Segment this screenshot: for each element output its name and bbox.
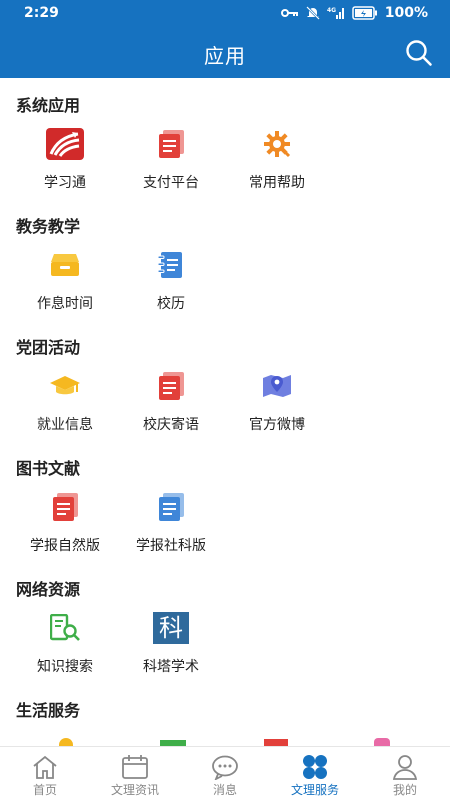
search-icon[interactable] (404, 38, 434, 68)
ke-logo-icon: 科 (152, 612, 190, 644)
app-journal-natural[interactable]: 学报自然版 (12, 487, 118, 557)
calendar-icon (122, 755, 148, 779)
app-label: 校历 (157, 296, 185, 312)
nav-label: 文理资讯 (110, 783, 159, 797)
app-keta-academic[interactable]: 科 科塔学术 (118, 608, 224, 678)
map-pin-icon (258, 370, 296, 402)
peek-icon (264, 739, 288, 746)
app-payment-platform[interactable]: 支付平台 (118, 124, 224, 194)
box-icon (46, 249, 84, 281)
app-school-calendar[interactable]: 校历 (118, 245, 224, 315)
nav-messages[interactable]: 消息 (180, 747, 270, 800)
graduation-cap-icon (46, 370, 84, 402)
section-title: 系统应用 (16, 96, 81, 115)
status-time: 2:29 (24, 5, 59, 21)
app-common-help[interactable]: 常用帮助 (224, 124, 330, 194)
apps-icon (303, 755, 327, 779)
app-anniversary-message[interactable]: 校庆寄语 (118, 366, 224, 436)
home-icon (33, 755, 57, 779)
app-label: 学报自然版 (30, 538, 100, 554)
user-icon (392, 755, 418, 780)
key-icon (280, 9, 298, 17)
app-label: 支付平台 (143, 175, 199, 191)
app-official-weibo[interactable]: 官方微博 (224, 366, 330, 436)
battery-percent: 100% (384, 5, 428, 21)
battery-icon (351, 6, 377, 20)
book-search-icon (46, 612, 84, 644)
app-label: 作息时间 (37, 296, 93, 312)
status-icons: 4G 100% (280, 5, 428, 21)
section-network-resources: 网络资源 知识搜索 科 科塔学术 (0, 562, 450, 683)
section-title: 党团活动 (16, 338, 81, 357)
nav-services[interactable]: 文理服务 (270, 747, 360, 800)
svg-text:4G: 4G (327, 7, 336, 14)
nav-label: 文理服务 (290, 783, 339, 797)
nav-mine[interactable]: 我的 (360, 747, 450, 800)
page-title: 应用 (204, 44, 246, 68)
app-label: 常用帮助 (249, 175, 305, 191)
app-list[interactable]: 系统应用 学习通 支付平台 常用帮助 教务教学 作息时间 校历 党团活动 就业信… (0, 78, 450, 746)
app-label: 知识搜索 (37, 659, 93, 675)
document-icon (152, 370, 190, 402)
document-icon (46, 491, 84, 523)
section-title: 生活服务 (16, 701, 81, 720)
nav-label: 消息 (212, 783, 237, 797)
section-title: 图书文献 (16, 459, 81, 478)
section-title: 网络资源 (16, 580, 81, 599)
bottom-nav: 首页 文理资讯 消息 文理服务 我的 (0, 746, 450, 800)
app-label: 学习通 (44, 175, 86, 191)
app-label: 就业信息 (37, 417, 93, 433)
app-label: 官方微博 (249, 417, 305, 433)
app-header: 2:29 4G 100% 应用 (0, 0, 450, 78)
section-party-activities: 党团活动 就业信息 校庆寄语 官方微博 (0, 320, 450, 441)
signal-icon: 4G (327, 7, 344, 19)
nav-home[interactable]: 首页 (0, 747, 90, 800)
app-knowledge-search[interactable]: 知识搜索 (12, 608, 118, 678)
section-title: 教务教学 (16, 217, 81, 236)
app-xuexitong[interactable]: 学习通 (12, 124, 118, 194)
gear-help-icon (258, 128, 296, 160)
notebook-icon (152, 249, 190, 281)
peek-icon (374, 738, 390, 746)
document-icon (152, 491, 190, 523)
app-journal-social[interactable]: 学报社科版 (118, 487, 224, 557)
ke-glyph: 科 (153, 612, 189, 644)
status-bar: 2:29 4G 100% (0, 0, 450, 28)
app-label: 校庆寄语 (143, 417, 199, 433)
nav-label: 首页 (32, 783, 57, 797)
section-teaching: 教务教学 作息时间 校历 (0, 199, 450, 320)
chat-icon (212, 755, 238, 780)
nav-news[interactable]: 文理资讯 (90, 747, 180, 800)
app-employment-info[interactable]: 就业信息 (12, 366, 118, 436)
mute-icon (305, 6, 320, 20)
app-label: 学报社科版 (136, 538, 206, 554)
app-schedule-time[interactable]: 作息时间 (12, 245, 118, 315)
xuexitong-logo-icon (46, 128, 84, 160)
app-label: 科塔学术 (143, 659, 199, 675)
section-library: 图书文献 学报自然版 学报社科版 (0, 441, 450, 562)
section-system-apps: 系统应用 学习通 支付平台 常用帮助 (0, 78, 450, 199)
peeking-icons (0, 736, 450, 746)
peek-icon (59, 738, 73, 746)
title-bar: 应用 (0, 28, 450, 78)
document-icon (152, 128, 190, 160)
nav-label: 我的 (392, 783, 417, 797)
